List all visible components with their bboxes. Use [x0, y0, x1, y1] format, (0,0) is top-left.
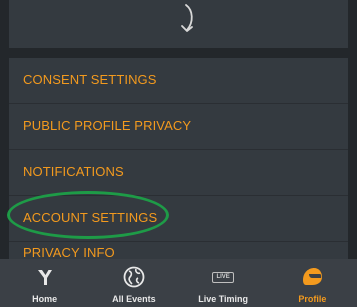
tab-all-events-label: All Events [112, 294, 156, 304]
tab-profile-label: Profile [298, 294, 327, 304]
tab-all-events[interactable]: All Events [89, 259, 178, 307]
menu-item-public-profile-privacy[interactable]: PUBLIC PROFILE PRIVACY [9, 104, 348, 150]
live-badge-icon: LIVE [212, 271, 234, 283]
globe-icon [123, 266, 145, 288]
pull-refresh-arrow-icon [181, 4, 193, 32]
top-card [9, 0, 348, 48]
menu-item-consent-settings[interactable]: CONSENT SETTINGS [9, 58, 348, 104]
tab-profile[interactable]: Profile [268, 259, 357, 307]
helmet-icon [303, 268, 323, 285]
tab-home[interactable]: Home [0, 259, 89, 307]
tab-live-timing[interactable]: LIVE Live Timing [179, 259, 268, 307]
menu-item-notifications[interactable]: NOTIFICATIONS [9, 150, 348, 196]
tab-live-timing-label: Live Timing [198, 294, 249, 304]
tab-home-label: Home [32, 294, 58, 304]
profile-menu: CONSENT SETTINGS PUBLIC PROFILE PRIVACY … [9, 58, 348, 268]
home-logo-icon [37, 270, 52, 285]
bottom-tab-bar: Home All Events LIVE Live Timing Profile [0, 259, 357, 307]
menu-item-account-settings[interactable]: ACCOUNT SETTINGS [9, 196, 348, 242]
